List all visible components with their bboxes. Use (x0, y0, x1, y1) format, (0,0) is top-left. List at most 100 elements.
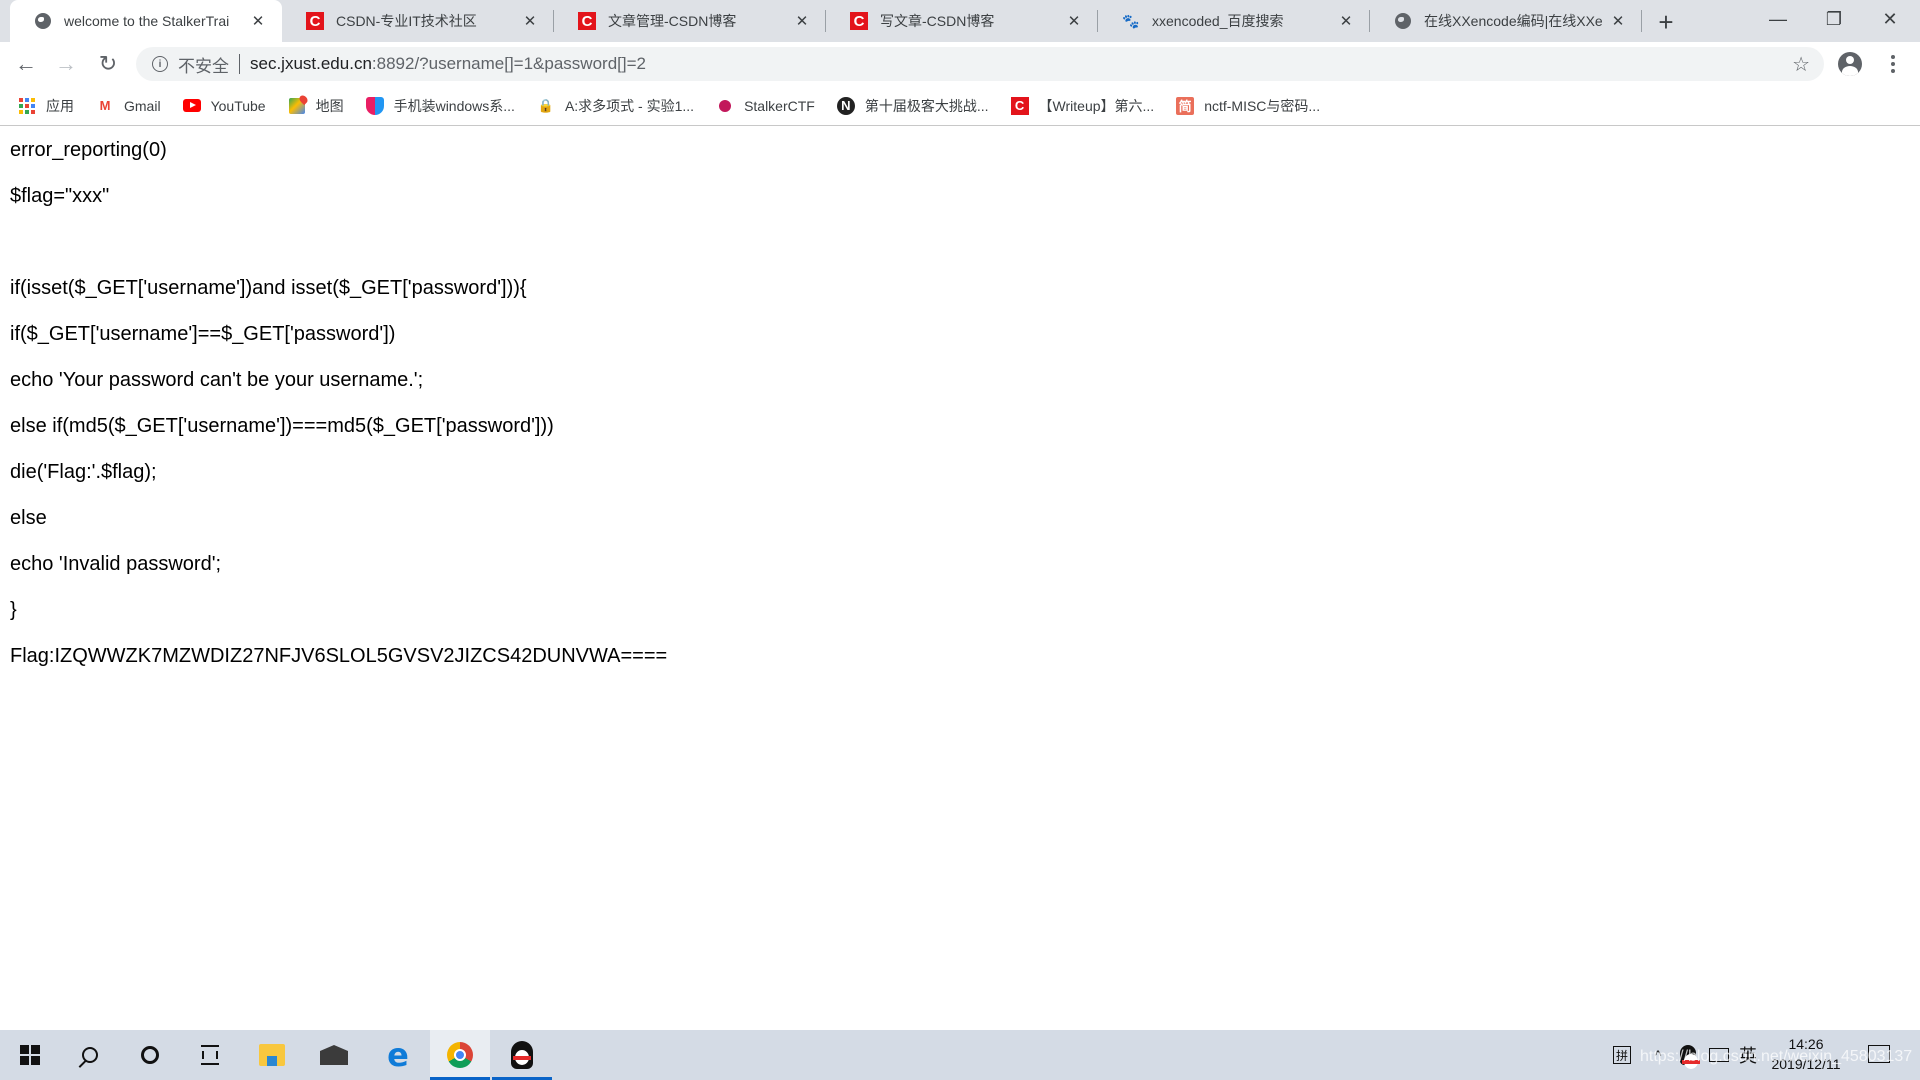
qq-tray-button[interactable] (1676, 1030, 1700, 1080)
cortana-button[interactable] (120, 1030, 180, 1080)
clock-time: 14:26 (1788, 1036, 1824, 1052)
bookmark-polynomial-lab[interactable]: 🔒 A:求多项式 - 实验1... (537, 96, 694, 116)
bookmark-label: 【Writeup】第六... (1038, 97, 1155, 114)
back-button[interactable]: ← (10, 48, 42, 80)
code-line: die('Flag:'.$flag); (10, 461, 157, 483)
tab-title: 文章管理-CSDN博客 (608, 13, 737, 29)
task-view-icon (201, 1045, 219, 1065)
ime-mode-button[interactable]: 拼 (1610, 1030, 1634, 1080)
bookmark-star-icon[interactable]: ☆ (1792, 52, 1810, 77)
tab-csdn-write-article[interactable]: C 写文章-CSDN博客 ✕ (826, 0, 1098, 42)
close-window-button[interactable]: ✕ (1862, 0, 1918, 38)
clock[interactable]: 14:26 2019/12/11 (1764, 1034, 1848, 1074)
bookmark-label: nctf-MISC与密码... (1204, 97, 1321, 114)
baidu-icon: 🐾 (1122, 12, 1140, 29)
minimize-button[interactable]: — (1750, 0, 1806, 38)
bookmark-label: YouTube (210, 97, 266, 114)
code-line: error_reporting(0) (10, 139, 167, 161)
youtube-icon (182, 97, 201, 115)
csdn-icon: C (306, 12, 324, 30)
code-line: echo 'Invalid password'; (10, 553, 222, 575)
address-bar[interactable]: i 不安全 sec.jxust.edu.cn :8892/?username[]… (136, 47, 1824, 81)
file-explorer-button[interactable] (242, 1030, 302, 1080)
bookmark-gmail[interactable]: M Gmail (96, 97, 161, 115)
bookmark-label: 应用 (46, 97, 74, 114)
page-content: error_reporting(0) $flag="xxx" if(isset(… (0, 127, 1920, 1030)
forward-button[interactable]: → (50, 48, 82, 80)
code-line: else if(md5($_GET['username'])===md5($_G… (10, 415, 554, 437)
close-tab-icon[interactable]: ✕ (248, 11, 268, 31)
task-view-button[interactable] (180, 1030, 240, 1080)
edge-button[interactable]: e (368, 1030, 428, 1080)
close-tab-icon[interactable]: ✕ (792, 11, 812, 31)
csdn-icon: C (850, 12, 868, 30)
n-icon: N (836, 96, 855, 115)
flag-output: Flag:IZQWWZK7MZWDIZ27NFJV6SLOL5GVSV2JIZC… (10, 645, 668, 667)
new-tab-button[interactable]: + (1652, 7, 1680, 37)
bookmark-label: StalkerCTF (744, 97, 815, 114)
stalker-icon (716, 97, 734, 115)
close-tab-icon[interactable]: ✕ (520, 11, 540, 31)
code-line: if(isset($_GET['username'])and isset($_G… (10, 277, 527, 299)
profile-avatar-icon[interactable] (1838, 52, 1862, 76)
url-host[interactable]: sec.jxust.edu.cn (250, 54, 372, 74)
cortana-icon (141, 1046, 159, 1064)
browser-toolbar: ← → ↻ i 不安全 sec.jxust.edu.cn :8892/?user… (0, 42, 1920, 86)
language-button[interactable]: 英 (1736, 1030, 1760, 1080)
info-icon[interactable]: i (152, 56, 168, 72)
bookmark-nctf-misc[interactable]: 简 nctf-MISC与密码... (1176, 96, 1320, 116)
bookmark-youtube[interactable]: YouTube (182, 97, 266, 115)
bookmark-writeup[interactable]: C 【Writeup】第六... (1010, 96, 1155, 116)
close-tab-icon[interactable]: ✕ (1064, 11, 1084, 31)
qq-tray-icon (1680, 1045, 1700, 1069)
security-label[interactable]: 不安全 (178, 52, 229, 77)
action-center-icon[interactable] (1868, 1045, 1890, 1063)
qq-penguin-icon (511, 1041, 533, 1069)
more-menu-icon[interactable] (1884, 50, 1902, 78)
close-tab-icon[interactable]: ✕ (1336, 11, 1356, 31)
jianshu-icon: 简 (1176, 96, 1195, 115)
windows-taskbar: e 拼 ^ 英 14:26 2019/12/11 (0, 1030, 1920, 1080)
ime-mode-icon: 拼 (1613, 1046, 1631, 1064)
bookmark-stalkerctf[interactable]: StalkerCTF (716, 97, 815, 115)
code-line: if($_GET['username']==$_GET['password']) (10, 323, 396, 345)
tab-title: 写文章-CSDN博客 (880, 13, 995, 29)
apps-grid-icon (18, 97, 36, 115)
qq-button[interactable] (492, 1030, 552, 1080)
tab-csdn-article-manage[interactable]: C 文章管理-CSDN博客 ✕ (554, 0, 826, 42)
taskbar-search-button[interactable] (60, 1030, 120, 1080)
bookmark-windows-phone[interactable]: 手机装windows系... (365, 96, 515, 116)
show-hidden-icons-button[interactable]: ^ (1648, 1030, 1668, 1080)
reload-button[interactable]: ↻ (92, 48, 124, 80)
code-line: $flag="xxx" (10, 185, 110, 207)
bookmark-label: Gmail (124, 97, 161, 114)
bookmark-label: 第十届极客大挑战... (864, 97, 989, 114)
maximize-button[interactable]: ❐ (1806, 0, 1862, 38)
windows-logo-icon (20, 1045, 40, 1065)
chrome-icon (447, 1042, 473, 1068)
bookmark-maps[interactable]: 地图 (288, 96, 344, 116)
tab-csdn-home[interactable]: C CSDN-专业IT技术社区 ✕ (282, 0, 554, 42)
tab-welcome-stalker[interactable]: welcome to the StalkerTrai ✕ (10, 0, 282, 42)
mail-icon (320, 1045, 348, 1065)
close-tab-icon[interactable]: ✕ (1608, 11, 1628, 31)
mail-button[interactable] (304, 1030, 364, 1080)
tab-baidu-xxencoded[interactable]: 🐾 xxencoded_百度搜索 ✕ (1098, 0, 1370, 42)
network-button[interactable] (1706, 1030, 1732, 1080)
omnibox-divider (239, 54, 240, 74)
clock-date: 2019/12/11 (1771, 1056, 1841, 1072)
folder-icon (259, 1044, 285, 1066)
tab-xxencode-online[interactable]: 在线XXencode编码|在线XXe ✕ (1370, 0, 1642, 42)
tab-title: CSDN-专业IT技术社区 (336, 13, 477, 29)
chrome-button[interactable] (430, 1030, 490, 1080)
lock-icon: 🔒 (537, 97, 555, 113)
url-path[interactable]: :8892/?username[]=1&password[]=2 (372, 54, 646, 74)
bookmark-apps[interactable]: 应用 (18, 96, 74, 116)
bookmarks-bar: 应用 M Gmail YouTube 地图 手机装windows系... 🔒 A… (0, 86, 1920, 126)
start-button[interactable] (0, 1030, 60, 1080)
csdn-icon: C (1010, 96, 1029, 115)
bookmark-label: 地图 (315, 97, 344, 114)
bookmark-geek-challenge[interactable]: N 第十届极客大挑战... (836, 96, 989, 116)
gmail-icon: M (99, 98, 111, 113)
